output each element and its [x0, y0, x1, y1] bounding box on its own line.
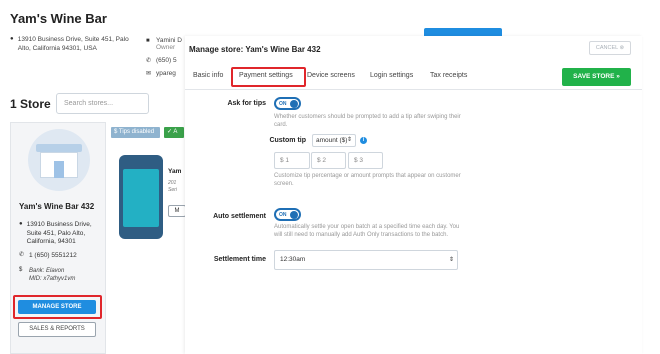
device-manage-button[interactable]: M	[168, 205, 186, 217]
owner-role: Owner	[156, 44, 176, 51]
tab-tax-receipts[interactable]: Tax receipts	[430, 72, 467, 79]
cancel-button[interactable]: CANCEL ⊗	[589, 41, 631, 55]
bank-icon: $	[19, 267, 23, 273]
search-stores-input[interactable]: Search stores...	[56, 93, 149, 114]
settlement-time-select[interactable]: 12:30am ⇕	[274, 250, 458, 270]
store-phone-text: 1 (650) 5551212	[29, 252, 77, 259]
chevron-updown-icon: ⇕	[448, 257, 454, 263]
tip-input-3[interactable]: $ 3	[348, 152, 383, 169]
store-illustration	[28, 129, 90, 191]
ask-for-tips-toggle[interactable]: ON	[274, 97, 301, 110]
sales-reports-button[interactable]: SALES & REPORTS	[18, 322, 96, 337]
owner-email: ypareg	[156, 70, 176, 77]
tips-disabled-badge: $ Tips disabled	[111, 127, 160, 138]
owner-info: ■ Yamini D Owner ✆ (650) 5 ✉ ypareg	[146, 34, 182, 80]
tab-basic-info[interactable]: Basic info	[193, 72, 223, 79]
phone-icon: ✆	[146, 57, 152, 64]
auto-settlement-help: Automatically settle your open batch at …	[274, 224, 460, 238]
store-mid: MID: x7athyv1vm	[29, 276, 76, 282]
ask-for-tips-help: Whether customers should be prompted to …	[274, 114, 461, 128]
settlement-time-label: Settlement time	[213, 256, 266, 263]
save-store-button[interactable]: SAVE STORE »	[562, 68, 631, 86]
owner-phone: (650) 5	[156, 57, 177, 64]
store-count: 1 Store	[10, 97, 51, 111]
device-name: Yam	[168, 168, 182, 175]
store-phone: ✆ 1 (650) 5551212	[19, 252, 77, 259]
store-address-text: 13910 Business Drive, Suite 451, Palo Al…	[26, 221, 92, 245]
device-sub: 201 Seri	[168, 180, 177, 194]
manage-store-modal: Manage store: Yam's Wine Bar 432 CANCEL …	[185, 36, 642, 354]
device-image	[119, 155, 163, 239]
toggle-knob	[290, 100, 298, 108]
store-bank: $ Bank: Elavon MID: x7athyv1vm	[19, 267, 75, 283]
device-sub-2: Seri	[168, 187, 177, 193]
ask-for-tips-label: Ask for tips	[227, 100, 266, 107]
custom-tip-label: Custom tip	[269, 137, 306, 144]
tab-login-settings[interactable]: Login settings	[370, 72, 413, 79]
business-address: ● 13910 Business Drive, Suite 451, Palo …	[10, 36, 138, 53]
phone-icon: ✆	[19, 252, 25, 258]
device-sub-1: 201	[168, 180, 177, 186]
custom-tip-mode-value: amount ($)	[316, 137, 348, 144]
tip-input-2[interactable]: $ 2	[311, 152, 346, 169]
email-icon: ✉	[146, 70, 152, 77]
store-bank-name: Bank: Elavon	[29, 268, 65, 274]
modal-title: Manage store: Yam's Wine Bar 432	[189, 45, 321, 54]
location-pin-icon: ●	[10, 36, 14, 42]
settlement-time-value: 12:30am	[280, 256, 306, 263]
location-pin-icon: ●	[19, 221, 23, 227]
info-icon[interactable]: i	[360, 137, 367, 144]
active-badge: ✓ A	[164, 127, 184, 138]
auto-settlement-toggle[interactable]: ON	[274, 208, 301, 221]
toggle-on-text: ON	[279, 101, 287, 107]
payment-settings-highlight	[231, 67, 306, 87]
person-icon: ■	[146, 37, 150, 44]
toggle-knob	[290, 211, 298, 219]
business-address-text: 13910 Business Drive, Suite 451, Palo Al…	[17, 36, 129, 52]
store-address: ● 13910 Business Drive, Suite 451, Palo …	[19, 221, 105, 247]
chevron-updown-icon: ⇕	[346, 137, 352, 143]
tip-input-1[interactable]: $ 1	[274, 152, 310, 169]
custom-tip-help: Customize tip percentage or amount promp…	[274, 173, 461, 187]
store-name: Yam's Wine Bar 432	[19, 202, 95, 211]
toggle-on-text: ON	[279, 212, 287, 218]
auto-settlement-label: Auto settlement	[213, 213, 266, 220]
page-title: Yam's Wine Bar	[10, 11, 107, 26]
store-card: Yam's Wine Bar 432 ● 13910 Business Driv…	[10, 122, 106, 354]
tab-device-screens[interactable]: Device screens	[307, 72, 355, 79]
manage-store-highlight	[13, 295, 102, 319]
custom-tip-mode-select[interactable]: amount ($) ⇕	[312, 134, 356, 147]
